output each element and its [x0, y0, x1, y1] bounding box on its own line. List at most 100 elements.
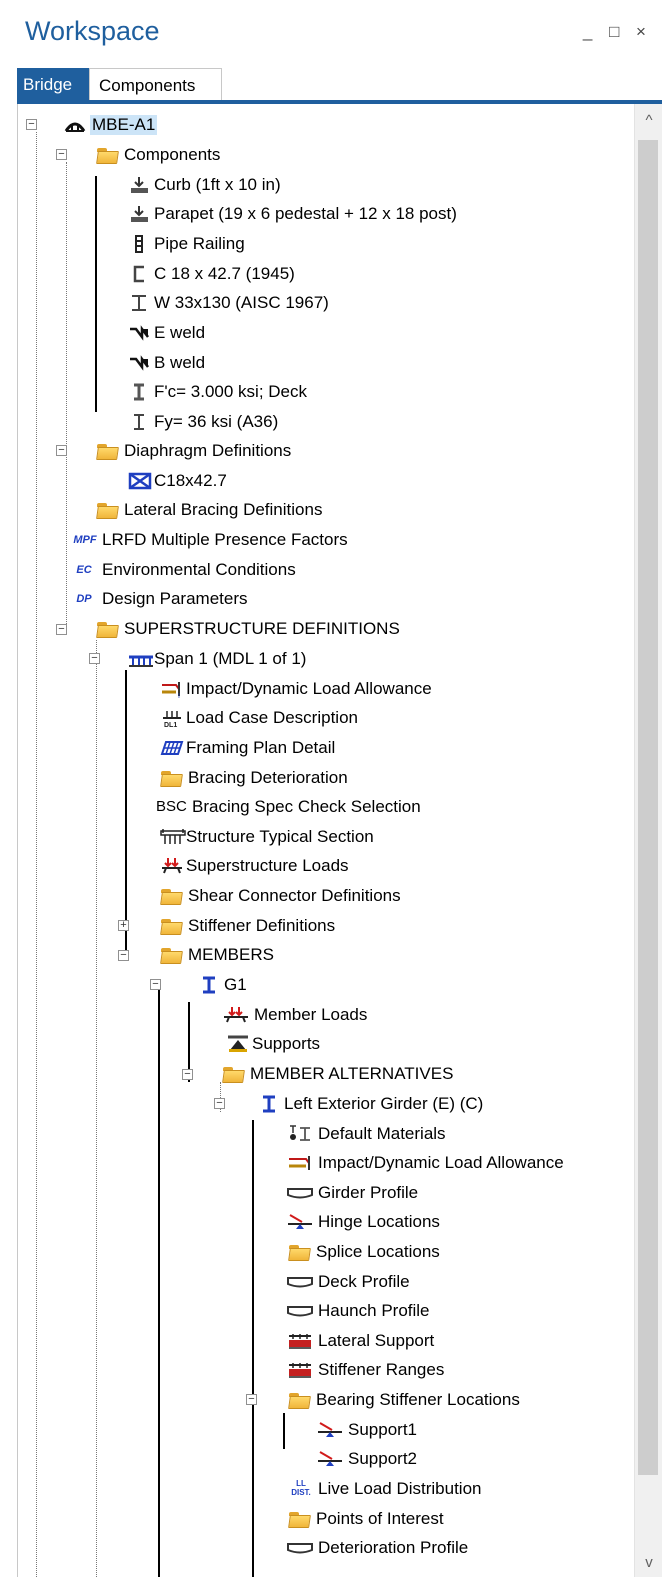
tree-item-super-loads[interactable]: Superstructure Loads	[160, 852, 349, 880]
channel-icon	[128, 264, 150, 284]
tree-label: F'c= 3.000 ksi; Deck	[154, 382, 307, 401]
tree-item-fc[interactable]: F'c= 3.000 ksi; Deck	[128, 378, 307, 406]
tree-item-bearing-stiffener[interactable]: Bearing Stiffener Locations	[288, 1386, 520, 1414]
support-location-icon	[316, 1420, 344, 1440]
tree-label: Design Parameters	[102, 589, 248, 608]
tree-item-curb[interactable]: Curb (1ft x 10 in)	[128, 171, 281, 199]
tree-item-supports[interactable]: Supports	[226, 1030, 320, 1058]
tree-label: Structure Typical Section	[186, 827, 374, 846]
tree-item-lateral-support[interactable]: Lateral Support	[286, 1327, 434, 1355]
tree-item-e-weld[interactable]: E weld	[128, 319, 205, 347]
tree-item-haunch-profile[interactable]: Haunch Profile	[286, 1297, 430, 1325]
collapse-toggle[interactable]: −	[118, 950, 129, 961]
tree-item-deterioration-profile[interactable]: Deterioration Profile	[286, 1534, 468, 1562]
tree-item-stiffener-defs[interactable]: Stiffener Definitions	[160, 912, 335, 940]
folder-icon	[222, 1065, 246, 1083]
railing-icon	[128, 234, 150, 254]
tree-item-support1[interactable]: Support1	[316, 1416, 417, 1444]
mpf-icon: MPF	[73, 534, 97, 546]
materials-icon	[286, 1124, 314, 1144]
tree-item-girder-profile[interactable]: Girder Profile	[286, 1179, 418, 1207]
collapse-toggle[interactable]: −	[214, 1098, 225, 1109]
tree-item-c18[interactable]: C 18 x 42.7 (1945)	[128, 260, 295, 288]
tree-line	[96, 640, 97, 1577]
curb-icon	[128, 175, 150, 195]
tree-item-w33[interactable]: W 33x130 (AISC 1967)	[128, 289, 329, 317]
tree-label: C 18 x 42.7 (1945)	[154, 264, 295, 283]
tree-item-parapet[interactable]: Parapet (19 x 6 pedestal + 12 x 18 post)	[128, 200, 457, 228]
tree-item-superstructure-defs[interactable]: SUPERSTRUCTURE DEFINITIONS	[96, 615, 400, 643]
tree-line	[36, 132, 37, 1577]
ll-dist-icon: LL DIST.	[291, 1479, 311, 1497]
tree-item-c18x42[interactable]: C18x42.7	[128, 467, 227, 495]
tree-item-typical-section[interactable]: Structure Typical Section	[160, 823, 374, 851]
load-case-icon: DL1	[160, 708, 182, 729]
tree-item-span1[interactable]: Span 1 (MDL 1 of 1)	[128, 645, 306, 673]
tree-item-hinge-locations[interactable]: Hinge Locations	[286, 1208, 440, 1236]
collapse-toggle[interactable]: −	[182, 1069, 193, 1080]
tree-line	[158, 990, 160, 1577]
supports-icon	[226, 1034, 248, 1054]
tree-item-points-of-interest[interactable]: Points of Interest	[288, 1505, 444, 1533]
tree-item-bracing-deterioration[interactable]: Bracing Deterioration	[160, 764, 348, 792]
impact-icon: I	[160, 679, 182, 700]
girder-alternative-icon	[258, 1094, 280, 1114]
tree-item-impact1[interactable]: I Impact/Dynamic Load Allowance	[160, 675, 432, 703]
tree-item-member-loads[interactable]: Member Loads	[222, 1001, 367, 1029]
tree-item-member-alts[interactable]: MEMBER ALTERNATIVES	[222, 1060, 453, 1088]
tree-line	[95, 176, 97, 412]
tree-item-support2[interactable]: Support2	[316, 1445, 417, 1473]
collapse-toggle[interactable]: −	[150, 979, 161, 990]
tree-label: Lateral Support	[318, 1331, 435, 1350]
tree-item-stiffener-ranges[interactable]: Stiffener Ranges	[286, 1356, 444, 1384]
member-loads-icon	[222, 1005, 250, 1025]
tree-item-shear-connector[interactable]: Shear Connector Definitions	[160, 882, 401, 910]
tree-label: Bracing Deterioration	[188, 768, 348, 787]
tree-label: Lateral Bracing Definitions	[124, 500, 323, 519]
tree-item-diaphragm-defs[interactable]: Diaphragm Definitions	[96, 437, 291, 465]
tree-item-g1[interactable]: G1	[198, 971, 247, 999]
collapse-toggle[interactable]: −	[26, 119, 37, 130]
collapse-toggle[interactable]: −	[56, 149, 67, 160]
expand-toggle[interactable]: +	[118, 920, 129, 931]
tree-item-b-weld[interactable]: B weld	[128, 349, 205, 377]
tree-item-pipe-railing[interactable]: Pipe Railing	[128, 230, 245, 258]
tree-item-live-load-distribution[interactable]: LL DIST. Live Load Distribution	[288, 1475, 481, 1503]
tree-item-bracing-spec[interactable]: BSC Bracing Spec Check Selection	[156, 793, 421, 821]
tree-item-impact2[interactable]: Impact/Dynamic Load Allowance	[286, 1149, 564, 1177]
collapse-toggle[interactable]: −	[56, 624, 67, 635]
bridge-icon	[64, 115, 86, 135]
tree-item-splice-locations[interactable]: Splice Locations	[288, 1238, 440, 1266]
tree-item-lateral-bracing[interactable]: Lateral Bracing Definitions	[96, 496, 322, 524]
tree-item-mpf[interactable]: MPF LRFD Multiple Presence Factors	[72, 526, 347, 554]
tree-label: Haunch Profile	[318, 1301, 430, 1320]
parapet-icon	[128, 204, 150, 224]
tree-label: Load Case Description	[186, 708, 358, 727]
folder-icon	[160, 946, 184, 964]
tree-label: Support2	[348, 1449, 417, 1468]
tree-item-framing-plan[interactable]: Framing Plan Detail	[160, 734, 335, 762]
tree-item-env[interactable]: EC Environmental Conditions	[70, 556, 295, 584]
tree-label: Superstructure Loads	[186, 856, 349, 875]
collapse-toggle[interactable]: −	[56, 445, 67, 456]
tree-label: Parapet (19 x 6 pedestal + 12 x 18 post)	[154, 204, 457, 223]
tree-label: Shear Connector Definitions	[188, 886, 401, 905]
tree-label: Span 1 (MDL 1 of 1)	[154, 649, 307, 668]
tree-label: Splice Locations	[316, 1242, 440, 1261]
tree-item-design-params[interactable]: DP Design Parameters	[70, 585, 248, 613]
tree-item-default-materials[interactable]: Default Materials	[286, 1120, 446, 1148]
tree-label: Left Exterior Girder (E) (C)	[284, 1094, 484, 1113]
tree-item-left-exterior-girder[interactable]: Left Exterior Girder (E) (C)	[258, 1090, 483, 1118]
tree-item-load-case[interactable]: DL1 Load Case Description	[160, 704, 358, 732]
tree-label: Default Materials	[318, 1124, 446, 1143]
tree-item-members[interactable]: MEMBERS	[160, 941, 274, 969]
tree-item-root[interactable]: MBE-A1	[64, 111, 158, 139]
collapse-toggle[interactable]: −	[89, 653, 100, 664]
tree-label: Curb (1ft x 10 in)	[154, 175, 281, 194]
tree-label: Hinge Locations	[318, 1212, 440, 1231]
tree-item-deck-profile[interactable]: Deck Profile	[286, 1268, 410, 1296]
collapse-toggle[interactable]: −	[246, 1394, 257, 1405]
folder-icon	[288, 1243, 312, 1261]
tree-item-fy[interactable]: Fy= 36 ksi (A36)	[128, 408, 278, 436]
tree-item-components[interactable]: Components	[96, 141, 220, 169]
